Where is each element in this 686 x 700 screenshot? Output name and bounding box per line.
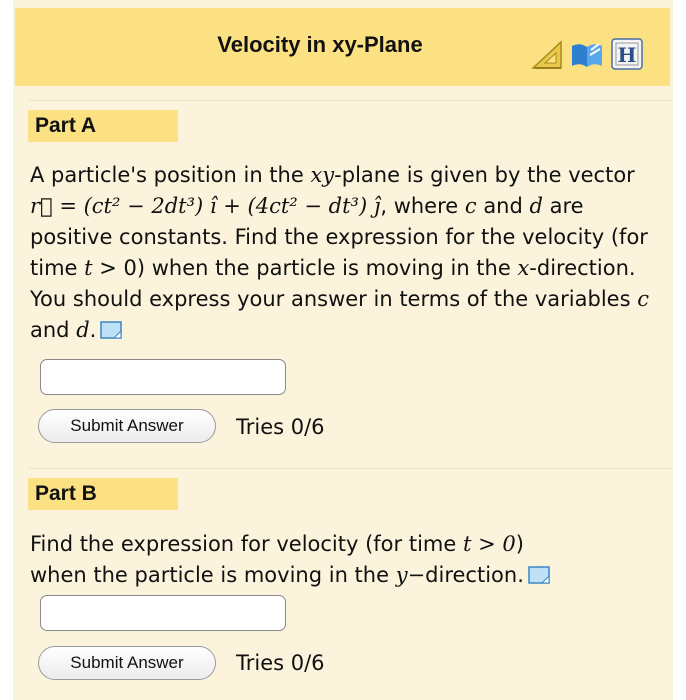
section-divider [28, 468, 673, 469]
part-b-label: Part B [28, 478, 178, 510]
position-vector-expression: r⃗ = (ct² − 2dt³) î + (4ct² − dt³) ĵ [30, 194, 381, 218]
note-icon[interactable] [100, 321, 123, 339]
problem-header: Velocity in xy-Plane H [15, 8, 670, 86]
part-a-tries: Tries 0/6 [236, 415, 325, 439]
header-icons: H [529, 36, 645, 72]
hint-h-icon[interactable]: H [609, 36, 645, 72]
svg-text:H: H [618, 43, 637, 67]
part-b-answer-input[interactable] [40, 595, 286, 631]
book-icon[interactable] [569, 36, 605, 72]
part-b-submit-button[interactable]: Submit Answer [38, 646, 216, 680]
part-a-answer-input[interactable] [40, 359, 286, 395]
section-divider [28, 100, 673, 101]
part-b-question: Find the expression for velocity (for ti… [30, 529, 650, 591]
note-icon[interactable] [528, 566, 550, 584]
part-a-question: A particle's position in the xy-plane is… [30, 163, 649, 342]
ruler-triangle-icon[interactable] [529, 36, 565, 72]
part-a-label: Part A [28, 110, 178, 142]
part-b-tries: Tries 0/6 [236, 651, 325, 675]
part-a-submit-button[interactable]: Submit Answer [38, 409, 216, 443]
